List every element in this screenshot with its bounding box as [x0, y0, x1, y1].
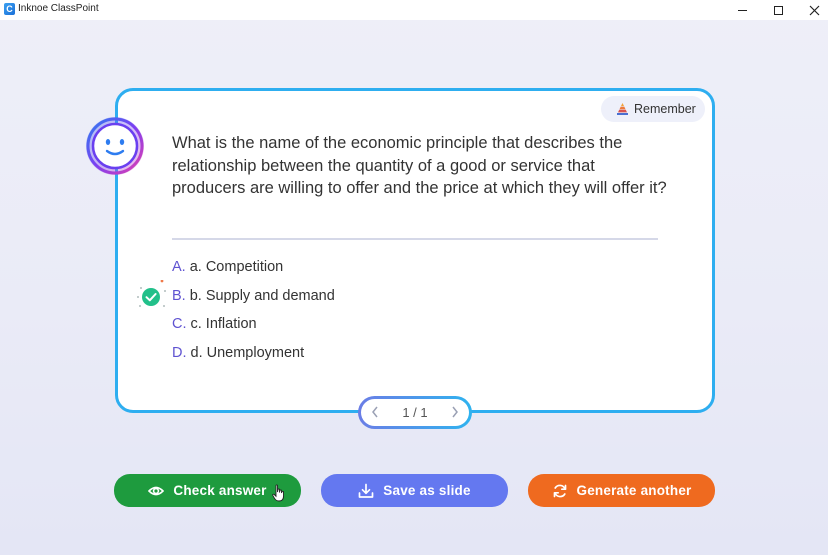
smiley-avatar-icon [84, 115, 146, 177]
pager-inner: 1 / 1 [361, 399, 469, 426]
question-divider [172, 238, 658, 240]
option-letter: C. [172, 316, 187, 332]
window-title: Inknoe ClassPoint [18, 3, 99, 14]
maximize-button[interactable] [760, 0, 796, 20]
eye-icon [148, 486, 165, 495]
option-a[interactable]: A. a. Competition [172, 259, 283, 275]
option-b[interactable]: B. b. Supply and demand [172, 288, 335, 304]
title-bar: C Inknoe ClassPoint [0, 0, 828, 20]
generate-another-label: Generate another [576, 483, 692, 498]
option-c[interactable]: C. c. Inflation [172, 316, 257, 332]
chevron-left-icon[interactable] [371, 405, 379, 421]
bloom-level-badge: Remember [601, 96, 705, 122]
check-circle-icon [137, 279, 166, 307]
close-icon [809, 5, 819, 15]
pyramid-icon [617, 103, 628, 115]
option-letter: B. [172, 288, 186, 304]
close-button[interactable] [796, 0, 828, 20]
minimize-button[interactable] [724, 0, 760, 20]
maximize-icon [773, 5, 783, 15]
option-text: a. Competition [189, 259, 284, 275]
bloom-level-label: Remember [634, 102, 696, 116]
save-as-slide-button[interactable]: Save as slide [321, 474, 508, 507]
correct-answer-marker [134, 279, 168, 314]
option-letter: A. [172, 259, 186, 275]
generate-another-button[interactable]: Generate another [528, 474, 715, 507]
option-text: b. Supply and demand [189, 288, 335, 304]
page-indicator: 1 / 1 [402, 405, 428, 420]
check-answer-label: Check answer [173, 483, 267, 498]
classpoint-logo-icon: C [4, 3, 15, 15]
refresh-icon [553, 484, 566, 497]
option-d[interactable]: D. d. Unemployment [172, 345, 304, 361]
option-letter: D. [172, 345, 187, 361]
option-text: d. Unemployment [190, 345, 305, 361]
download-icon [358, 483, 374, 498]
option-text: c. Inflation [190, 316, 257, 332]
question-text: What is the name of the economic princip… [172, 134, 667, 197]
save-as-slide-label: Save as slide [383, 483, 471, 498]
minimize-icon [737, 9, 747, 11]
chevron-right-icon[interactable] [451, 405, 459, 421]
hand-cursor-icon [272, 484, 284, 502]
